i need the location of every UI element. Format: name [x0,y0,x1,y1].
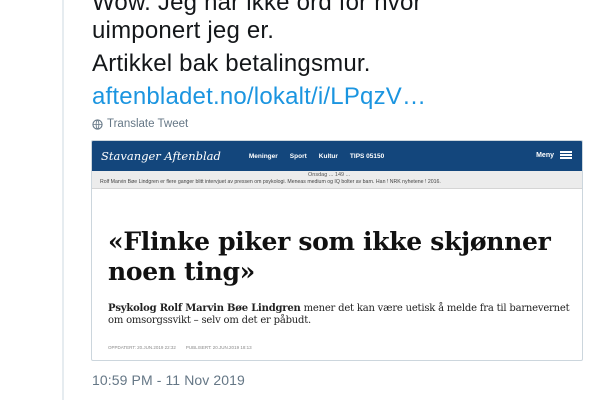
published-date: OPPDATERT: 20.JUN.2019 22:32 [108,345,176,350]
nav-item-sport[interactable]: Sport [290,153,307,160]
menu-button[interactable]: Meny [536,151,572,159]
translate-tweet-button[interactable]: Translate Tweet [92,118,188,130]
lead-bold: Psykolog Rolf Marvin Bøe Lindgren [108,303,301,314]
site-nav: Meninger Sport Kultur TIPS 05150 [249,153,384,160]
tweet-text-line-2: uimponert jeg er. [92,17,275,44]
site-logo: Stavanger Aftenblad [101,149,221,163]
translate-label: Translate Tweet [107,118,189,130]
nav-item-tips[interactable]: TIPS 05150 [350,153,384,160]
image-caption-strip: Onsdag ... 149 ... Rolf Marvin Bøe Lindg… [92,171,582,189]
site-navbar: Stavanger Aftenblad Meninger Sport Kultu… [92,141,582,171]
caption-top-text: Onsdag ... 149 ... [308,172,351,178]
nav-item-kultur[interactable]: Kultur [319,153,338,160]
menu-label: Meny [536,151,554,159]
article-headline: «Flinke piker som ikke skjønner noen tin… [108,227,551,286]
updated-date: PUBLISERT: 20.JUN.2019 18:13 [185,345,252,350]
tweet-link[interactable]: aftenbladet.no/lokalt/i/LPqzV… [92,82,426,112]
tweet-text-line-3: Artikkel bak betalingsmur. [92,50,371,77]
thread-rule [62,0,64,400]
nav-item-meninger[interactable]: Meninger [249,153,278,160]
article-meta: OPPDATERT: 20.JUN.2019 22:32 PUBLISERT: … [108,345,252,350]
globe-icon [92,118,103,130]
menu-icon [560,151,572,159]
tweet-timestamp[interactable]: 10:59 PM - 11 Nov 2019 [92,372,245,388]
image-caption: Rolf Marvin Bøe Lindgren er flere ganger… [100,179,441,185]
article-screenshot-card[interactable]: Stavanger Aftenblad Meninger Sport Kultu… [91,140,583,361]
article-lead: Psykolog Rolf Marvin Bøe Lindgren mener … [108,303,573,327]
